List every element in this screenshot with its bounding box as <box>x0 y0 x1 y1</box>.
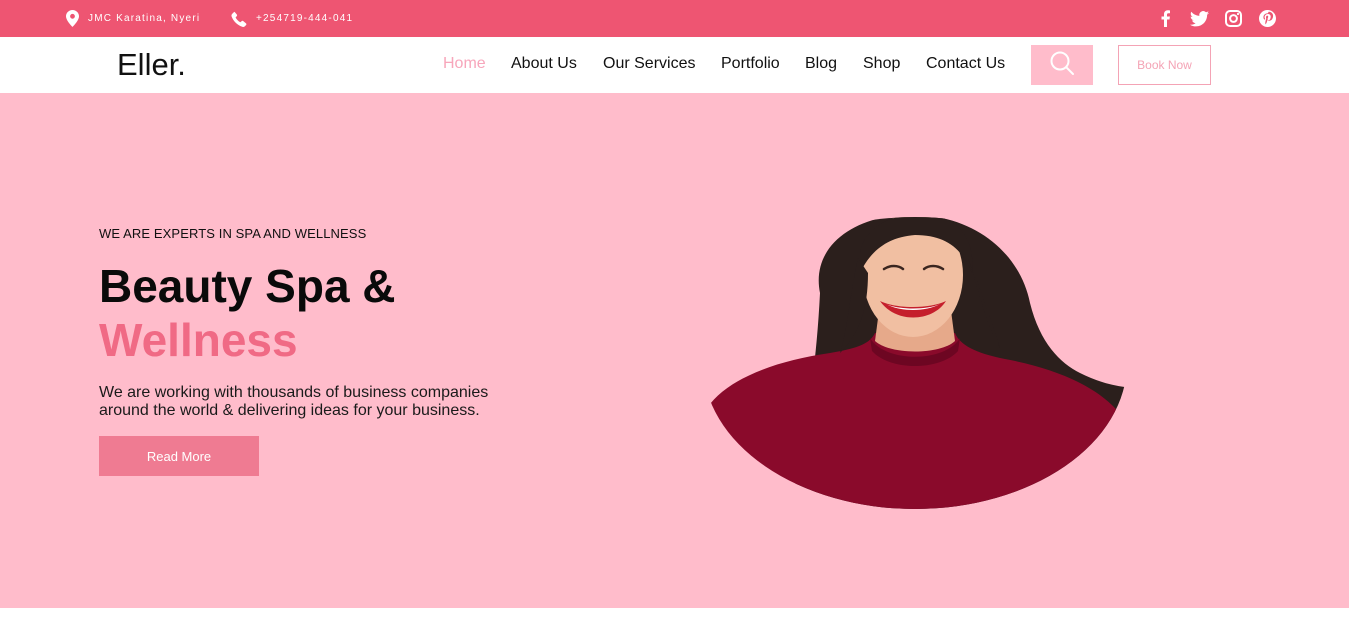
phone-text: +254719-444-041 <box>256 13 354 24</box>
nav-portfolio[interactable]: Portfolio <box>721 55 780 73</box>
hero-title: Beauty Spa & <box>99 260 396 312</box>
main-navbar: Eller. Home About Us Our Services Portfo… <box>0 37 1349 93</box>
nav-shop[interactable]: Shop <box>863 55 900 73</box>
hero-title-accent: Wellness <box>99 314 298 366</box>
hero-description: We are working with thousands of busines… <box>99 384 489 419</box>
nav-our-services[interactable]: Our Services <box>603 55 695 73</box>
phone-icon <box>231 11 247 27</box>
hero-section: WE ARE EXPERTS IN SPA AND WELLNESS Beaut… <box>0 93 1349 608</box>
pinterest-icon[interactable] <box>1257 9 1277 29</box>
search-icon <box>1049 50 1075 81</box>
nav-blog[interactable]: Blog <box>805 55 837 73</box>
book-now-button[interactable]: Book Now <box>1118 45 1211 85</box>
social-links <box>1155 0 1277 37</box>
instagram-icon[interactable] <box>1223 9 1243 29</box>
hero-subtitle: WE ARE EXPERTS IN SPA AND WELLNESS <box>99 226 367 241</box>
phone-info: +254719-444-041 <box>231 0 353 37</box>
nav-contact-us[interactable]: Contact Us <box>926 55 1005 73</box>
hero-woman-image <box>703 217 1127 509</box>
site-logo[interactable]: Eller. <box>117 47 186 83</box>
read-more-button[interactable]: Read More <box>99 436 259 476</box>
top-bar: JMC Karatina, Nyeri +254719-444-041 <box>0 0 1349 37</box>
location-text: JMC Karatina, Nyeri <box>88 13 201 24</box>
twitter-icon[interactable] <box>1189 9 1209 29</box>
facebook-icon[interactable] <box>1155 9 1175 29</box>
location-info: JMC Karatina, Nyeri <box>66 0 200 37</box>
nav-home[interactable]: Home <box>443 55 486 73</box>
map-pin-icon <box>66 10 79 27</box>
nav-about-us[interactable]: About Us <box>511 55 577 73</box>
search-button[interactable] <box>1031 45 1093 85</box>
